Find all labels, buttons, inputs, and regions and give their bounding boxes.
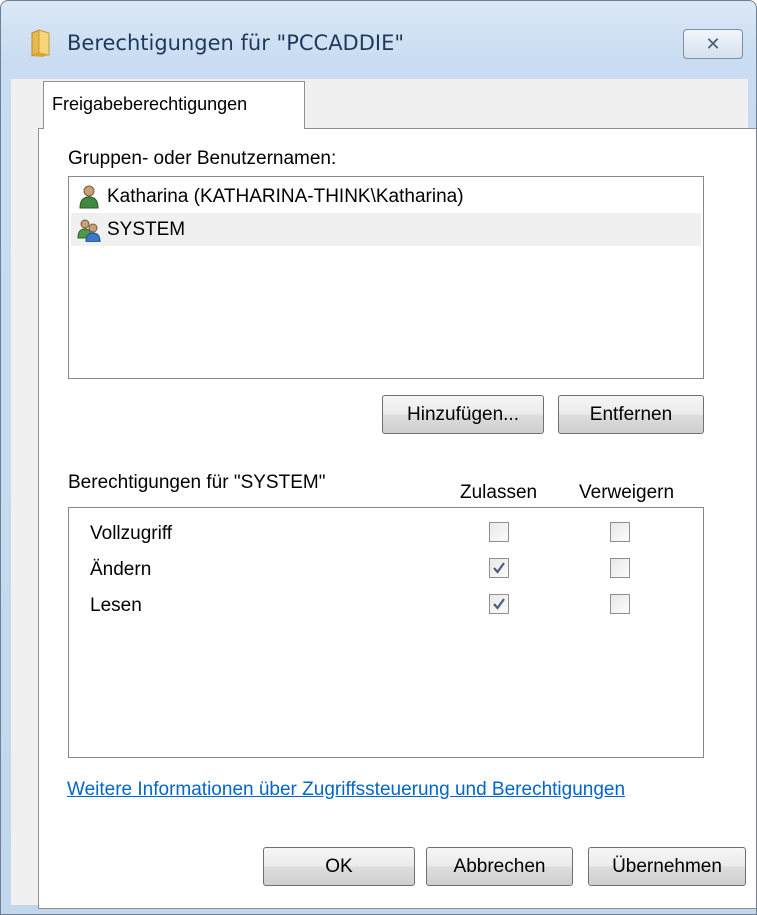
apply-button[interactable]: Übernehmen	[588, 847, 746, 886]
deny-checkbox-vollzugriff[interactable]	[610, 522, 630, 542]
close-icon: ✕	[705, 33, 721, 55]
remove-button[interactable]: Entfernen	[558, 395, 704, 434]
permissions-label: Berechtigungen für "SYSTEM"	[68, 472, 326, 493]
permission-row-vollzugriff: Vollzugriff	[69, 516, 703, 552]
cancel-button[interactable]: Abbrechen	[426, 847, 573, 886]
group-icon	[77, 219, 101, 242]
allow-checkbox-vollzugriff[interactable]	[489, 522, 509, 542]
window-title: Berechtigungen für "PCCADDIE"	[67, 31, 405, 55]
permission-row-aendern: Ändern	[69, 552, 703, 588]
dialog-window: Berechtigungen für "PCCADDIE" ✕ Freigabe…	[0, 0, 757, 915]
permission-name: Ändern	[90, 559, 152, 580]
title-bar[interactable]: Berechtigungen für "PCCADDIE" ✕	[1, 1, 756, 79]
list-item-system[interactable]: SYSTEM	[71, 213, 701, 246]
deny-checkbox-aendern[interactable]	[610, 558, 630, 578]
permission-name: Vollzugriff	[90, 523, 173, 544]
deny-checkbox-lesen[interactable]	[610, 594, 630, 614]
ok-button[interactable]: OK	[263, 847, 415, 886]
groups-label: Gruppen- oder Benutzernamen:	[68, 148, 337, 169]
deny-column-header: Verweigern	[579, 482, 675, 503]
checkmark-icon	[493, 562, 505, 574]
tab-freigabeberechtigungen[interactable]: Freigabeberechtigungen	[43, 81, 305, 129]
folder-icon	[31, 29, 50, 57]
allow-column-header: Zulassen	[460, 482, 538, 503]
list-item-katharina[interactable]: Katharina (KATHARINA-THINK\Katharina)	[71, 180, 701, 213]
checkmark-icon	[493, 598, 505, 610]
tab-label: Freigabeberechtigungen	[52, 94, 248, 114]
list-item-label: SYSTEM	[107, 218, 186, 240]
permissions-list: Vollzugriff Ändern Lesen	[68, 507, 704, 758]
add-button[interactable]: Hinzufügen...	[382, 395, 544, 434]
groups-listbox[interactable]: Katharina (KATHARINA-THINK\Katharina) SY…	[68, 176, 704, 379]
info-link[interactable]: Weitere Informationen über Zugriffssteue…	[67, 779, 625, 801]
list-item-label: Katharina (KATHARINA-THINK\Katharina)	[107, 185, 464, 207]
allow-checkbox-lesen[interactable]	[489, 594, 509, 614]
close-button[interactable]: ✕	[683, 29, 743, 59]
user-icon	[79, 185, 99, 208]
allow-checkbox-aendern[interactable]	[489, 558, 509, 578]
dialog-client-area: Freigabeberechtigungen Gruppen- oder Ben…	[11, 79, 756, 909]
permission-row-lesen: Lesen	[69, 588, 703, 624]
permission-name: Lesen	[90, 595, 142, 616]
